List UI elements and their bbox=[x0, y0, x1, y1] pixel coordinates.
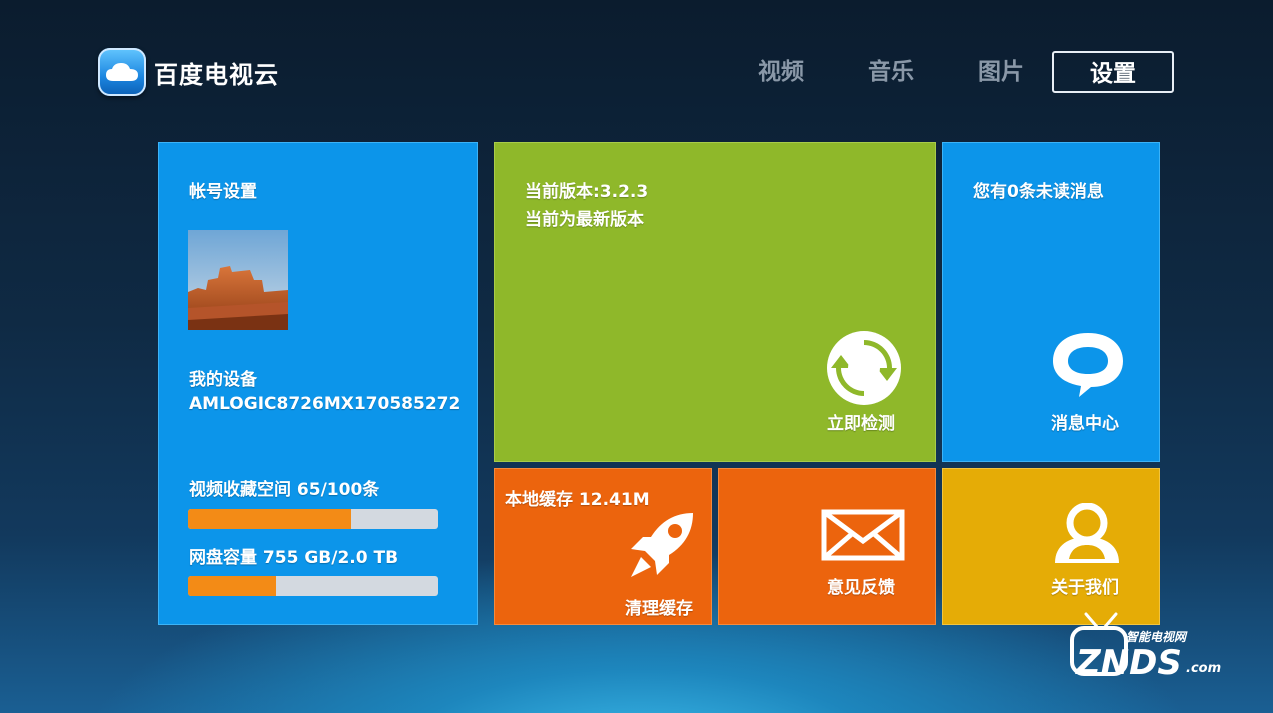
watermark-line1: 智能电视网 bbox=[1126, 630, 1188, 644]
app-logo: 百度电视云 bbox=[98, 48, 279, 96]
device-id: AMLOGIC8726MX170585272 bbox=[189, 394, 461, 414]
disk-capacity-bar bbox=[188, 576, 438, 596]
feedback-tile[interactable]: 意见反馈 bbox=[718, 468, 936, 625]
avatar[interactable] bbox=[188, 230, 288, 330]
disk-capacity-label: 网盘容量 755 GB/2.0 TB bbox=[189, 548, 399, 568]
tab-pictures[interactable]: 图片 bbox=[946, 51, 1056, 93]
version-check-tile[interactable]: 当前版本:3.2.3 当前为最新版本 立即检测 bbox=[494, 142, 936, 462]
speech-bubble-icon bbox=[1049, 329, 1127, 403]
message-center-tile[interactable]: 您有0条未读消息 消息中心 bbox=[942, 142, 1160, 462]
tab-video[interactable]: 视频 bbox=[726, 51, 836, 93]
rocket-icon bbox=[623, 507, 699, 587]
cloud-icon bbox=[98, 48, 146, 96]
app-title: 百度电视云 bbox=[154, 60, 279, 89]
tab-music[interactable]: 音乐 bbox=[836, 51, 946, 93]
current-version: 当前版本:3.2.3 bbox=[525, 182, 649, 202]
feedback-label: 意见反馈 bbox=[827, 578, 895, 598]
unread-messages: 您有0条未读消息 bbox=[973, 182, 1104, 202]
device-label: 我的设备 bbox=[189, 370, 257, 390]
watermark-line3: .com bbox=[1186, 661, 1221, 676]
refresh-icon bbox=[825, 329, 903, 411]
about-us-tile[interactable]: 关于我们 bbox=[942, 468, 1160, 625]
video-storage-bar bbox=[188, 509, 438, 529]
top-nav: 视频 音乐 图片 设置 bbox=[726, 51, 1174, 93]
user-icon bbox=[1049, 502, 1125, 569]
znds-watermark: 智能电视网 ZNDS .com bbox=[1068, 606, 1238, 690]
video-storage-fill bbox=[188, 509, 351, 529]
check-update-label: 立即检测 bbox=[827, 414, 895, 434]
clear-cache-tile[interactable]: 本地缓存 12.41M 清理缓存 bbox=[494, 468, 712, 625]
account-settings-tile[interactable]: 帐号设置 我的设备 AMLOGIC8726MX170585272 视频收藏空间 … bbox=[158, 142, 478, 625]
account-title: 帐号设置 bbox=[189, 182, 257, 202]
video-storage-label: 视频收藏空间 65/100条 bbox=[189, 480, 380, 500]
disk-capacity-fill bbox=[188, 576, 277, 596]
about-us-label: 关于我们 bbox=[1051, 578, 1119, 598]
message-center-label: 消息中心 bbox=[1051, 414, 1119, 434]
tab-settings[interactable]: 设置 bbox=[1052, 51, 1174, 93]
watermark-line2: ZNDS bbox=[1075, 643, 1182, 683]
clear-cache-label: 清理缓存 bbox=[625, 599, 693, 619]
envelope-icon bbox=[821, 509, 905, 565]
version-status: 当前为最新版本 bbox=[525, 210, 644, 230]
